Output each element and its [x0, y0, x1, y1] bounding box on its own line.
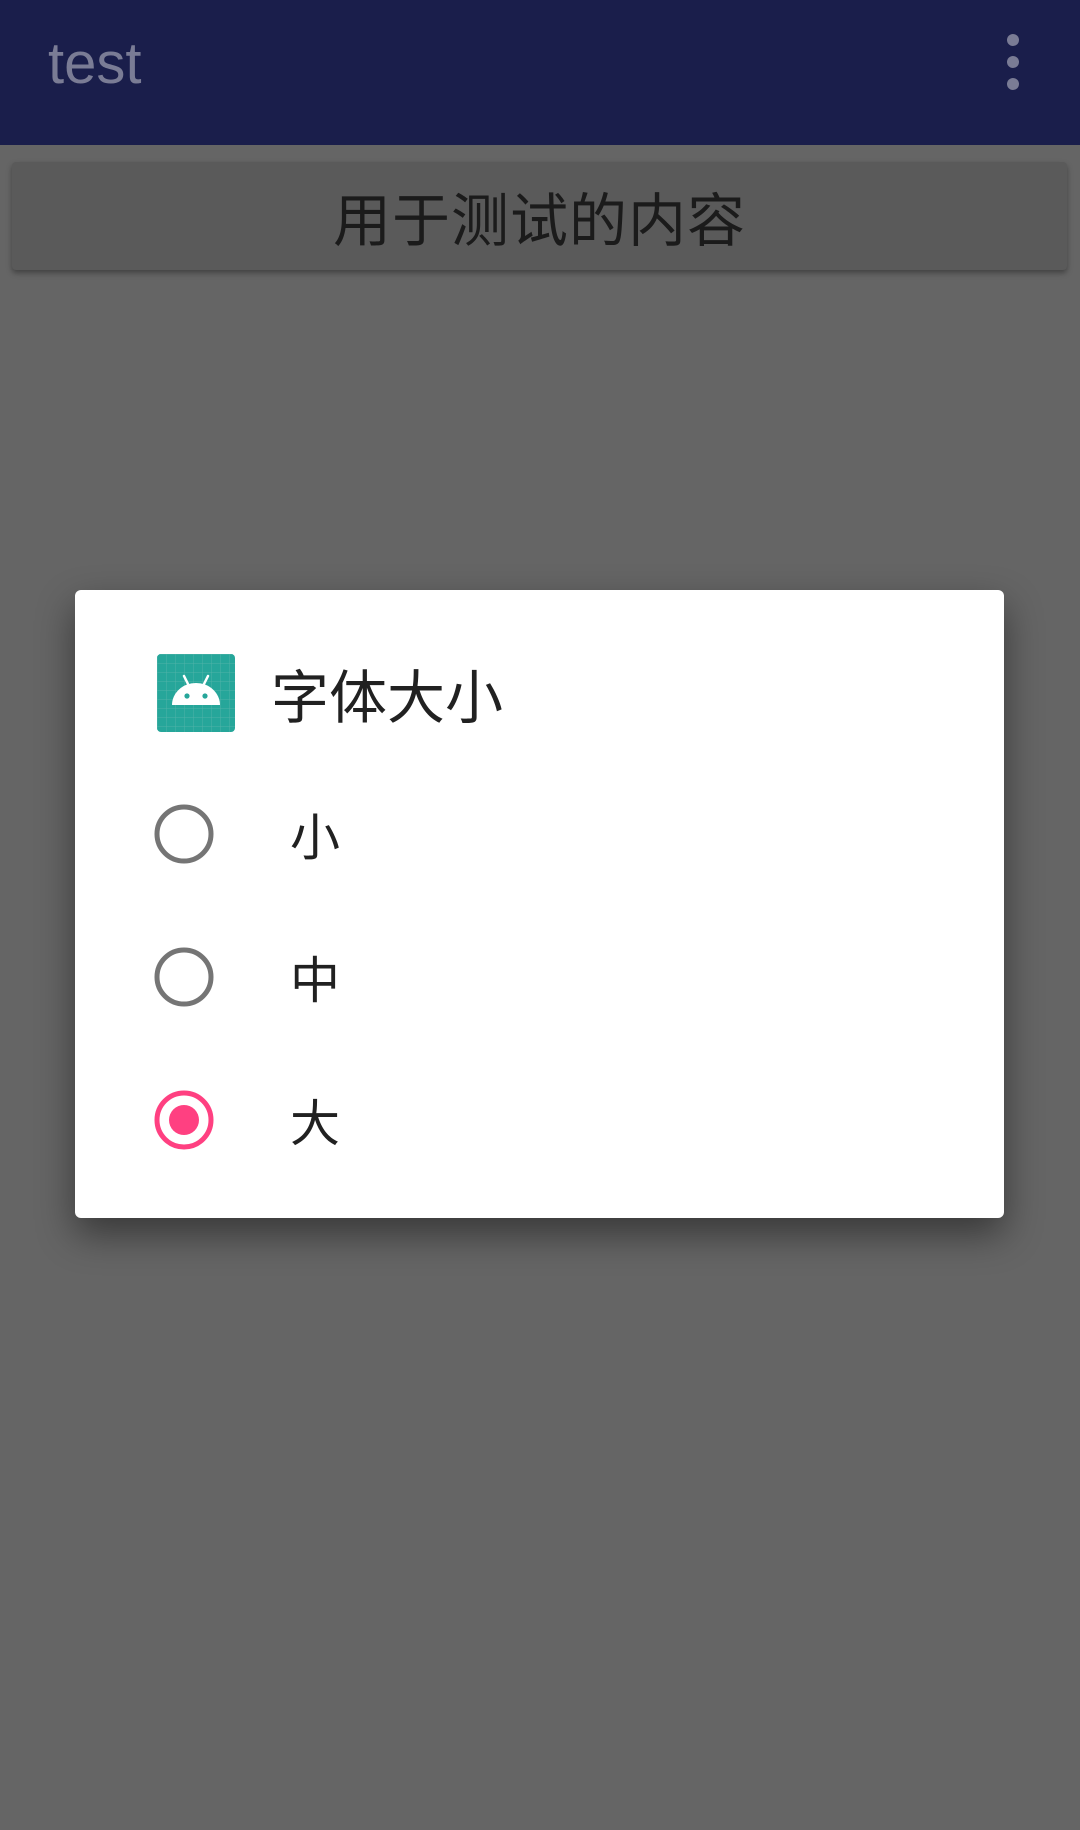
test-content-button-label: 用于测试的内容 [332, 187, 746, 255]
test-content-button[interactable]: 用于测试的内容 [12, 162, 1067, 270]
option-label: 中 [290, 951, 340, 1010]
dialog-header: 字体大小 [157, 653, 503, 733]
app-title: test [48, 31, 142, 96]
font-size-dialog: 字体大小 小 中 大 [75, 590, 1004, 1218]
option-label: 大 [290, 1094, 340, 1153]
app-bar: test [0, 0, 1080, 145]
option-large[interactable]: 大 [75, 1048, 1004, 1191]
more-vert-icon[interactable] [990, 32, 1036, 92]
option-small[interactable]: 小 [75, 762, 1004, 905]
radio-unchecked-icon[interactable] [153, 803, 215, 865]
radio-checked-icon[interactable] [153, 1089, 215, 1151]
option-label: 小 [290, 808, 340, 867]
option-medium[interactable]: 中 [75, 905, 1004, 1048]
radio-unchecked-icon[interactable] [153, 946, 215, 1008]
android-app-icon [157, 654, 235, 732]
dialog-title: 字体大小 [271, 664, 504, 732]
